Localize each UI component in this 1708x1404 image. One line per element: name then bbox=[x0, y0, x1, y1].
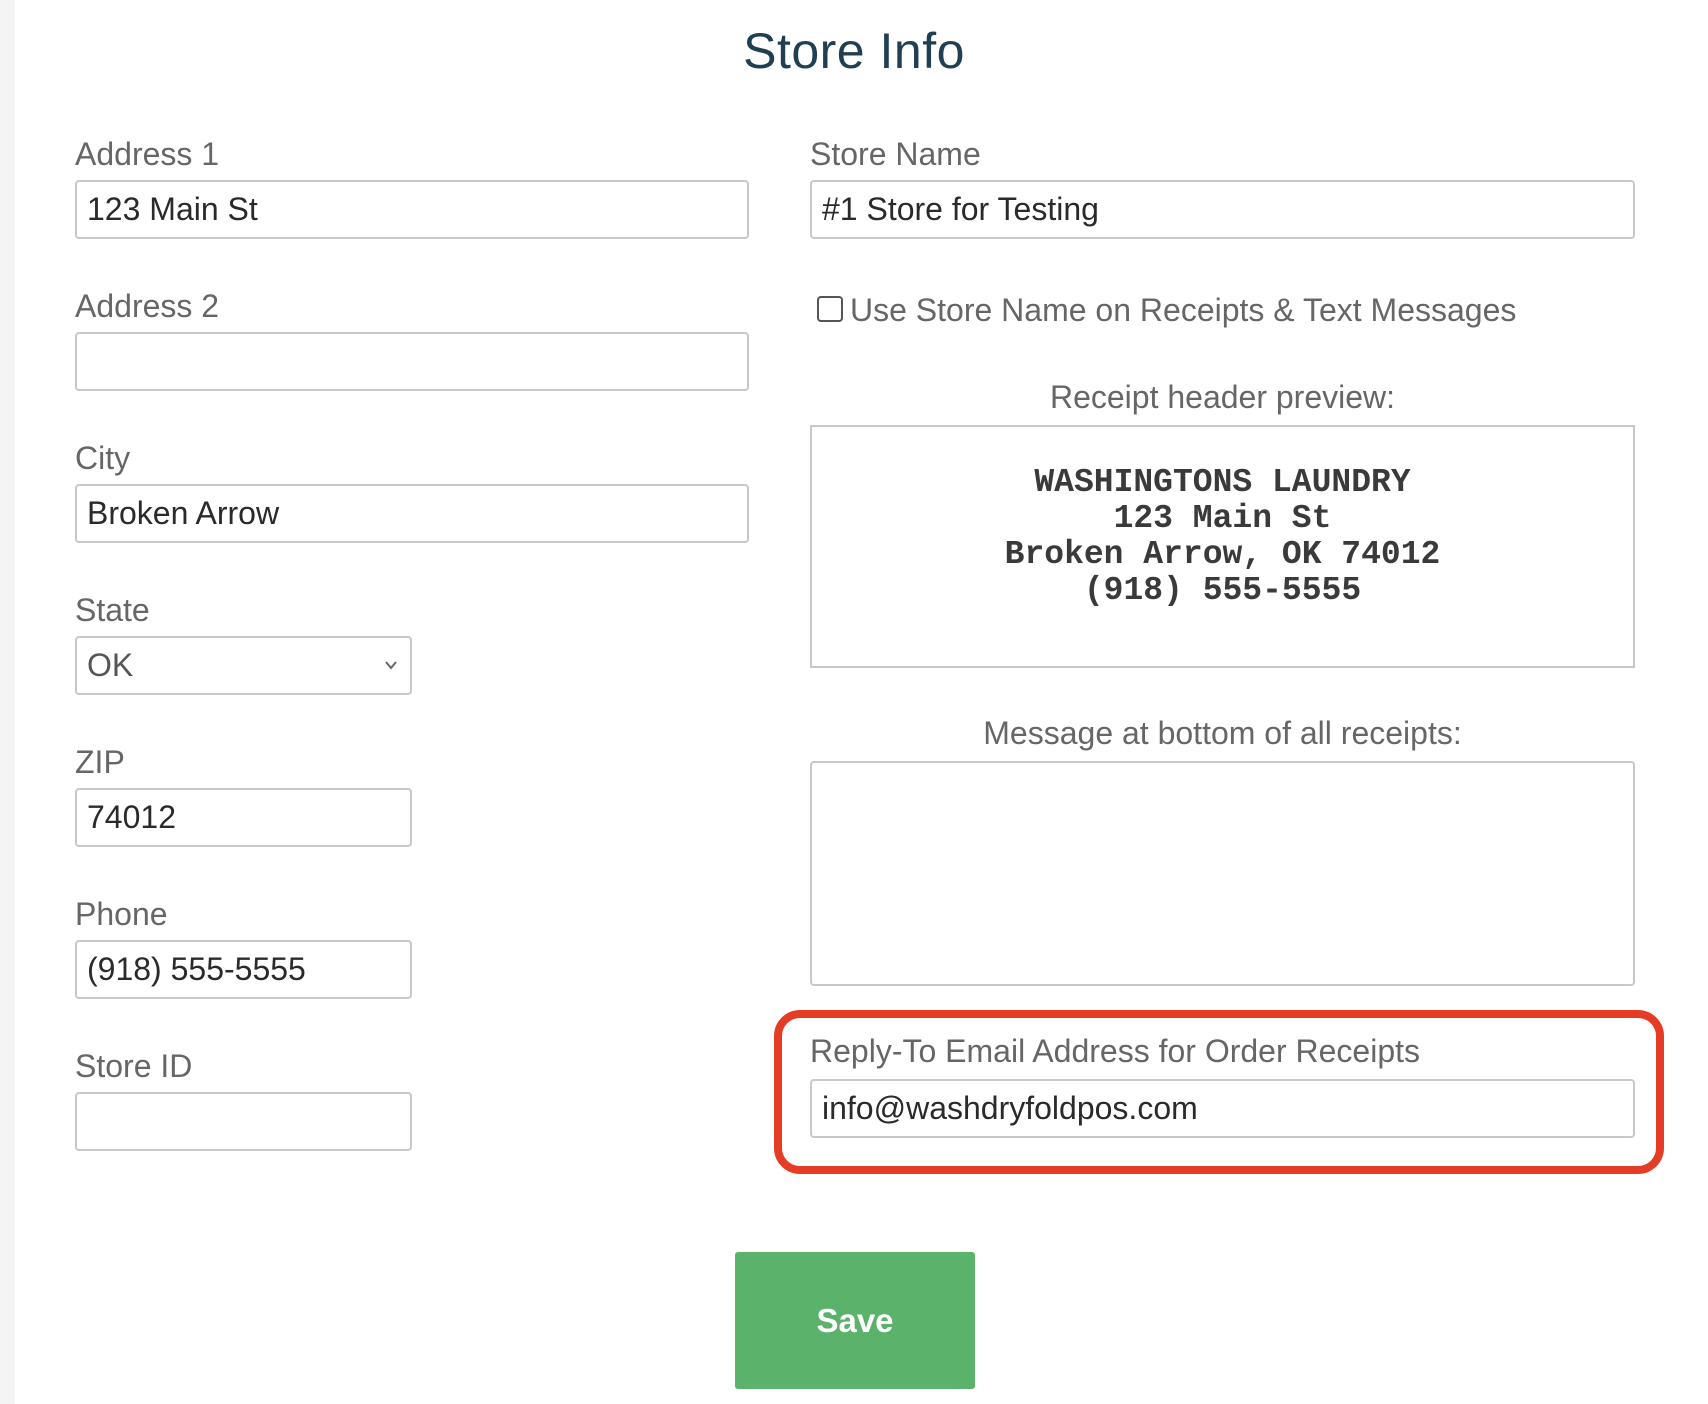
bottom-message-textarea[interactable] bbox=[810, 761, 1635, 986]
city-input[interactable]: Broken Arrow bbox=[75, 484, 749, 543]
state-label: State bbox=[75, 592, 150, 628]
store-id-label: Store ID bbox=[75, 1048, 193, 1084]
store-id-input[interactable] bbox=[75, 1092, 412, 1151]
phone-label: Phone bbox=[75, 896, 168, 932]
receipt-header-preview: WASHINGTONS LAUNDRY 123 Main St Broken A… bbox=[810, 425, 1635, 668]
receipt-line: WASHINGTONS LAUNDRY bbox=[1034, 464, 1411, 501]
receipt-line: Broken Arrow, OK 74012 bbox=[1004, 536, 1441, 573]
zip-label: ZIP bbox=[75, 744, 125, 780]
receipt-line: (918) 555-5555 bbox=[1083, 572, 1362, 609]
address1-label: Address 1 bbox=[75, 136, 220, 172]
zip-input[interactable]: 74012 bbox=[75, 788, 412, 847]
chevron-down-icon bbox=[385, 661, 397, 670]
store-name-label: Store Name bbox=[810, 136, 981, 172]
receipt-line: 123 Main St bbox=[1113, 500, 1332, 537]
address2-label: Address 2 bbox=[75, 288, 220, 324]
store-name-input[interactable]: #1 Store for Testing bbox=[810, 180, 1635, 239]
use-store-name-checkbox[interactable] bbox=[817, 296, 843, 322]
page-title: Store Info bbox=[743, 23, 965, 79]
address2-input[interactable] bbox=[75, 332, 749, 391]
address1-input[interactable]: 123 Main St bbox=[75, 180, 749, 239]
state-select[interactable]: OK bbox=[75, 636, 412, 695]
reply-to-highlight bbox=[774, 1010, 1664, 1174]
use-store-name-label: Use Store Name on Receipts & Text Messag… bbox=[850, 292, 1517, 328]
bottom-message-label: Message at bottom of all receipts: bbox=[983, 715, 1462, 751]
phone-input[interactable]: (918) 555-5555 bbox=[75, 940, 412, 999]
receipt-preview-label: Receipt header preview: bbox=[1049, 379, 1396, 415]
city-label: City bbox=[75, 440, 131, 476]
state-select-value: OK bbox=[87, 647, 134, 683]
save-button[interactable]: Save bbox=[735, 1252, 975, 1389]
